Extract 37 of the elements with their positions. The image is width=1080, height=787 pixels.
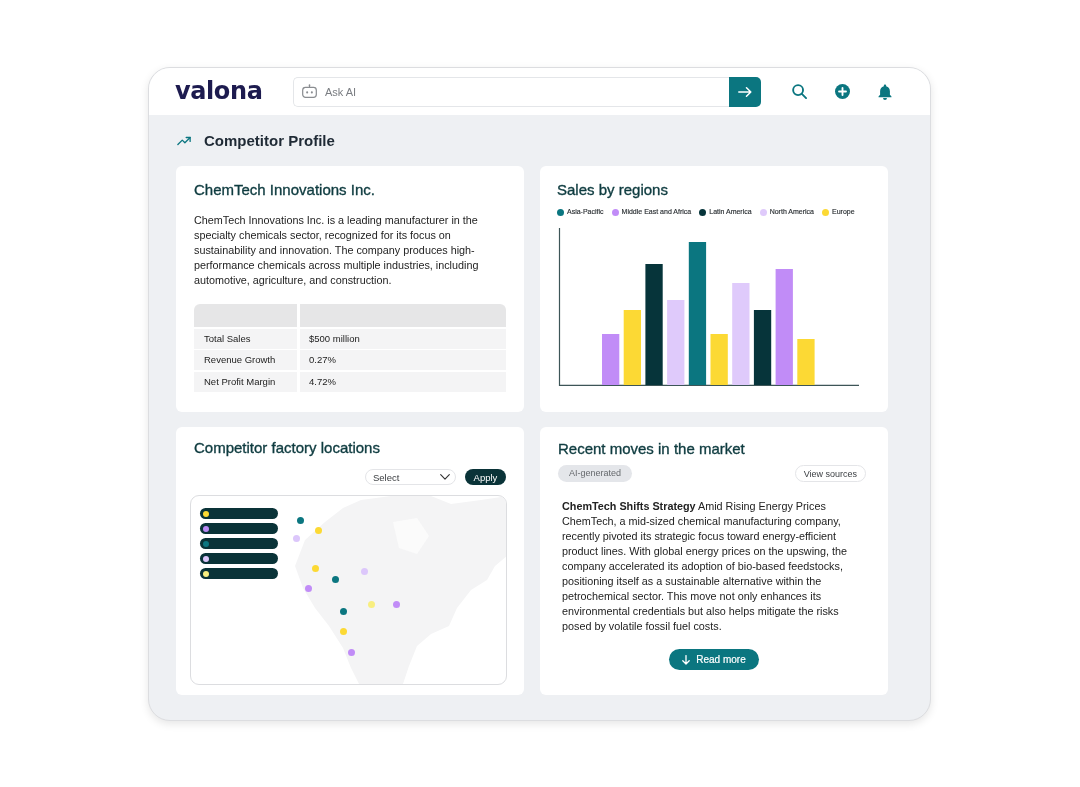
legend-chip[interactable] [200,508,278,519]
table-cell: Net Profit Margin [194,371,297,392]
robot-icon [302,84,317,98]
select-dropdown[interactable]: Select [365,469,456,485]
ai-generated-tag: AI-generated [558,465,633,482]
company-description: ChemTech Innovations Inc. is a leading manufacturer in the specialty chemicals sector, recognized for its focus on sustainability and innovation. The company produces high-performance chemicals across multiple industries, including automotive, agriculture, and construction. [194,213,480,288]
submit-button[interactable] [729,76,761,107]
add-icon[interactable] [835,84,850,99]
read-more-button[interactable]: Read more [669,649,759,670]
logo: valona [175,77,263,104]
legend-chip[interactable] [200,538,278,549]
legend-chip[interactable] [200,553,278,564]
page-title: Competitor Profile [204,131,335,151]
card-title: Sales by regions [557,181,669,199]
card-title: ChemTech Innovations Inc. [194,181,376,199]
map-pin-icon[interactable] [296,516,304,524]
card-title: Competitor factory locations [194,439,381,457]
arrow-right-icon [738,86,752,97]
map-pin-icon[interactable] [331,575,339,583]
bell-icon[interactable] [878,83,892,100]
chevron-down-icon [440,474,450,480]
table-cell: 4.72% [300,371,506,392]
table-cell: 0.27% [300,350,506,370]
map-pin-icon[interactable] [339,607,347,615]
arrow-down-icon [682,654,691,665]
search-icon[interactable] [792,84,807,99]
table-cell: $500 million [300,328,506,349]
trend-up-icon [177,136,191,146]
article-text: ChemTech Shifts Strategy Amid Rising Energy Prices ChemTech, a mid-sized chemical manufacturing company, recently pivoted its strategic focus toward energy-efficient product lines. With global energy prices on the upswing, the company accelerated its adoption of bio-based feedstocks, positioning itself as a sustainable alternative within the petrochemical sector. This move not only enhances its environmental credentials but also helps mitigate the risks posed by volatile fossil fuel costs. [562,499,849,634]
card-title: Recent moves in the market [558,440,746,458]
view-sources-button[interactable]: View sources [794,465,866,482]
legend-chip[interactable] [200,523,278,534]
apply-button[interactable]: Apply [465,469,506,485]
legend-chip[interactable] [200,568,278,579]
table-cell: Total Sales [194,328,297,349]
ask-ai-field[interactable]: Ask AI [293,76,729,107]
table-cell: Revenue Growth [194,350,297,370]
